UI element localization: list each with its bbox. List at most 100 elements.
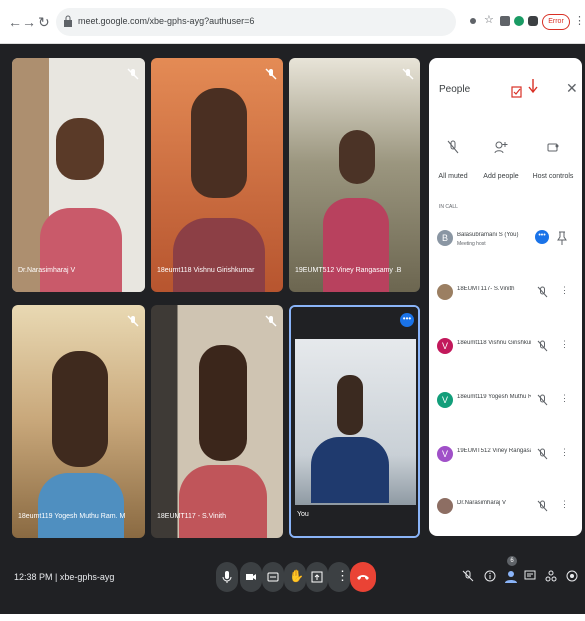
lock-settings-icon (547, 143, 559, 152)
tile-name: 18EUMT117 - S.Vinith (157, 513, 226, 520)
participant-body (173, 218, 265, 292)
mic-off-icon (537, 286, 548, 298)
activities-icon[interactable] (545, 570, 557, 582)
mic-off-icon (447, 140, 459, 154)
meet-area: Dr.Narasimharaj V 18eumt118 Vishnu Giris… (0, 44, 585, 614)
participant-row[interactable]: V 19EUMT512 Viney Rangasamy .B ⋮ (429, 434, 582, 484)
section-label: IN CALL (439, 204, 458, 210)
hang-up-icon (357, 575, 369, 580)
address-bar[interactable]: meet.google.com/xbe-gphs-ayg?authuser=6 (56, 8, 456, 36)
arrow-down-icon (528, 79, 538, 94)
mic-off-icon (265, 315, 277, 327)
raise-hand-button[interactable]: ✋ (284, 562, 306, 592)
url-text: meet.google.com/xbe-gphs-ayg?authuser=6 (78, 16, 255, 26)
participant-name: 18eumt118 Vishnu Girishkumar (457, 340, 531, 346)
video-tile[interactable]: Dr.Narasimharaj V (12, 58, 145, 292)
more-vert-icon: ⋮ (336, 568, 349, 583)
participant-head (56, 118, 104, 180)
video-tile[interactable]: 18eumt118 Vishnu Girishkumar (151, 58, 283, 292)
more-options-icon[interactable]: ⋮ (560, 499, 569, 510)
info-icon[interactable] (484, 570, 496, 582)
participant-row[interactable]: B Balasubramani S (You) Meeting host ••• (429, 218, 582, 268)
puzzle-icon[interactable] (528, 16, 538, 26)
mic-off-icon (537, 340, 548, 352)
participant-head (191, 88, 247, 198)
mic-off-icon (127, 68, 139, 80)
video-tile[interactable]: 18eumt119 Yogesh Muthu Ram. M (12, 305, 145, 538)
audio-level-icon: ••• (535, 230, 549, 244)
self-video-tile[interactable]: You ••• (289, 305, 420, 538)
avatar: V (437, 392, 453, 408)
mic-off-icon (127, 315, 139, 327)
screen: { "browser": { "url": "meet.google.com/x… (0, 0, 585, 621)
people-icon (505, 571, 517, 583)
participant-row[interactable]: Dr.Narasimharaj V ⋮ (429, 486, 582, 536)
camera-button[interactable] (240, 562, 262, 592)
participant-body (311, 437, 389, 503)
people-button[interactable]: 6 (504, 556, 518, 584)
mute-all-button[interactable]: All muted (429, 140, 477, 180)
participant-head (337, 375, 363, 435)
participant-row[interactable]: 18EUMT117- S.Vinith ⋮ (429, 272, 582, 322)
host-controls-icon[interactable] (566, 570, 578, 582)
participant-body (38, 473, 124, 538)
add-people-button[interactable]: Add people (477, 140, 525, 180)
participant-body (40, 208, 122, 292)
meeting-code: xbe-gphs-ayg (59, 572, 115, 582)
meeting-time: 12:38 PM | xbe-gphs-ayg (14, 572, 115, 582)
reload-icon[interactable]: ↻ (38, 14, 50, 31)
mic-off-icon[interactable] (462, 570, 474, 582)
tile-name: You (297, 511, 309, 518)
host-controls-button[interactable]: Host controls (529, 140, 577, 180)
video-tile[interactable]: 19EUMT512 Viney Rangasamy .B (289, 58, 420, 292)
captions-button[interactable] (262, 562, 284, 592)
participant-row[interactable]: V 18eumt118 Vishnu Girishkumar ⋮ (429, 326, 582, 376)
tile-name: 18eumt119 Yogesh Muthu Ram. M (18, 513, 126, 520)
mic-off-icon (537, 500, 548, 512)
close-icon[interactable]: ✕ (566, 80, 578, 97)
people-count-badge: 6 (507, 556, 517, 566)
profile-error-button[interactable]: Error (542, 14, 570, 30)
more-options-icon[interactable]: ••• (400, 313, 414, 327)
mic-button[interactable] (216, 562, 238, 592)
people-panel: People ✕ All muted Add people Host contr… (429, 58, 582, 536)
video-tile[interactable]: 18EUMT117 - S.Vinith (151, 305, 283, 538)
more-options-icon[interactable]: ⋮ (560, 393, 569, 404)
more-options-icon[interactable]: ⋮ (560, 447, 569, 458)
mic-off-icon (402, 68, 414, 80)
participant-head (52, 351, 108, 467)
pin-icon[interactable] (557, 231, 567, 245)
participant-name: 19EUMT512 Viney Rangasamy .B (457, 448, 531, 454)
leave-call-button[interactable] (350, 562, 376, 592)
lock-icon (64, 15, 72, 27)
participant-role: Meeting host (457, 241, 486, 247)
participant-name: Balasubramani S (You) (457, 232, 519, 238)
extension-icon[interactable] (500, 16, 510, 26)
participant-name: 18EUMT117- S.Vinith (457, 286, 515, 292)
forward-icon[interactable]: → (22, 14, 36, 30)
participant-row[interactable]: V 18eumt119 Yogesh Muthu Ram. M ⋮ (429, 380, 582, 430)
avatar (437, 498, 453, 514)
captions-icon (267, 572, 279, 582)
avatar (437, 284, 453, 300)
participant-body (179, 465, 267, 538)
more-options-icon[interactable]: ⋮ (560, 285, 569, 296)
more-options-button[interactable]: ⋮ (328, 562, 350, 592)
present-screen-icon (311, 571, 323, 583)
camera-indicator-icon[interactable] (470, 18, 476, 24)
mic-icon (222, 571, 232, 583)
call-controls-bar: 12:38 PM | xbe-gphs-ayg ✋ ⋮ 6 (0, 540, 585, 614)
mic-off-icon (537, 394, 548, 406)
star-icon[interactable]: ☆ (484, 13, 494, 26)
grammarly-icon[interactable] (514, 16, 524, 26)
tile-name: 18eumt118 Vishnu Girishkumar (157, 267, 255, 274)
avatar: B (437, 230, 453, 246)
chat-icon[interactable] (524, 570, 536, 582)
back-icon[interactable]: ← (8, 14, 22, 30)
browser-menu-icon[interactable]: ⋮ (574, 14, 585, 27)
more-options-icon[interactable]: ⋮ (560, 339, 569, 350)
tile-name: 19EUMT512 Viney Rangasamy .B (295, 267, 402, 274)
present-button[interactable] (306, 562, 328, 592)
panel-title: People (439, 84, 471, 95)
avatar: V (437, 338, 453, 354)
